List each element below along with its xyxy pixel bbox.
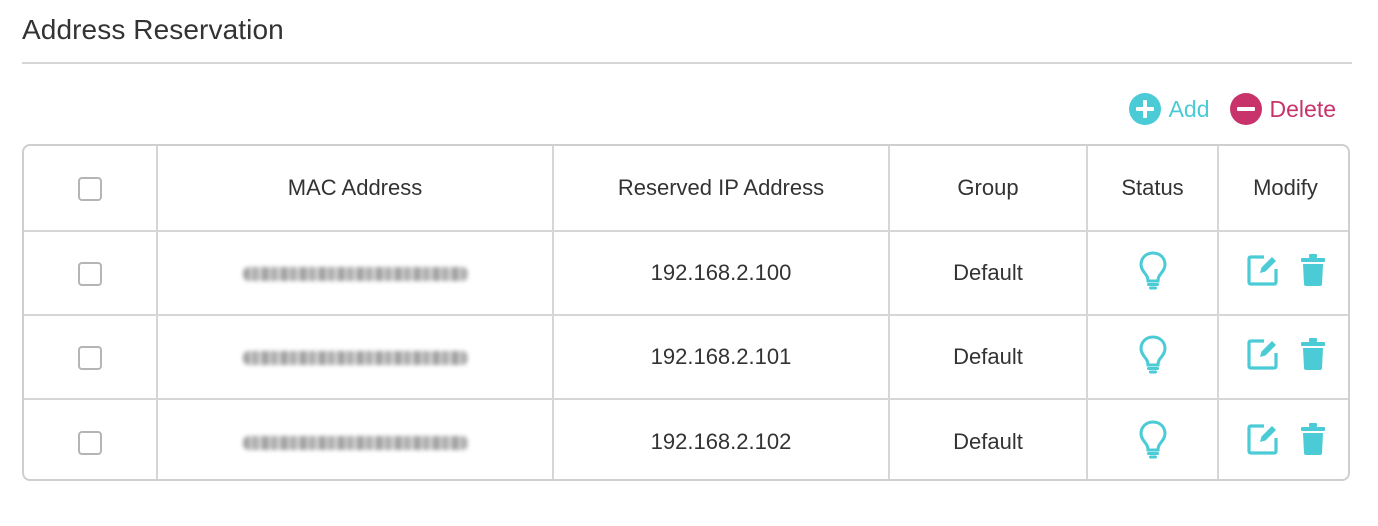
ip-cell: 192.168.2.101 <box>553 315 890 400</box>
reservation-table: MAC Address Reserved IP Address Group St… <box>22 144 1350 481</box>
add-label: Add <box>1168 95 1210 122</box>
header-mac: MAC Address <box>157 146 554 232</box>
mac-cell <box>157 315 554 400</box>
title-divider <box>22 62 1352 64</box>
edit-icon[interactable] <box>1246 337 1280 371</box>
modify-cell <box>1218 399 1348 479</box>
section-title: Address Reservation <box>22 14 284 45</box>
row-checkbox[interactable] <box>78 346 102 371</box>
ip-cell: 192.168.2.100 <box>553 231 890 316</box>
plus-circle-icon <box>1128 93 1161 125</box>
status-cell <box>1087 399 1219 479</box>
redacted-mac-address <box>242 351 468 366</box>
delete-button[interactable]: Delete <box>1229 93 1336 125</box>
redacted-mac-address <box>242 435 468 450</box>
mac-cell <box>157 231 554 316</box>
minus-circle-icon <box>1229 93 1262 125</box>
delete-label: Delete <box>1269 95 1336 122</box>
lightbulb-icon[interactable] <box>1138 334 1168 374</box>
modify-cell <box>1218 231 1348 316</box>
trash-icon[interactable] <box>1300 337 1326 371</box>
header-select-cell <box>24 146 158 232</box>
redacted-mac-address <box>242 267 468 282</box>
table-row: 192.168.2.101 Default <box>24 315 1348 400</box>
mac-cell <box>157 399 554 479</box>
row-checkbox[interactable] <box>78 262 102 287</box>
table-row: 192.168.2.100 Default <box>24 231 1348 316</box>
row-select-cell <box>24 231 158 316</box>
group-cell: Default <box>889 231 1088 316</box>
status-cell <box>1087 231 1219 316</box>
status-cell <box>1087 315 1219 400</box>
header-status: Status <box>1087 146 1219 232</box>
header-ip: Reserved IP Address <box>553 146 890 232</box>
trash-icon[interactable] <box>1300 422 1326 456</box>
lightbulb-icon[interactable] <box>1138 250 1168 290</box>
row-select-cell <box>24 399 158 479</box>
header-group: Group <box>889 146 1088 232</box>
ip-cell: 192.168.2.102 <box>553 399 890 479</box>
group-cell: Default <box>889 315 1088 400</box>
trash-icon[interactable] <box>1300 253 1326 287</box>
table-toolbar: Add Delete <box>1128 92 1336 126</box>
table-header-row: MAC Address Reserved IP Address Group St… <box>24 146 1348 232</box>
table-row: 192.168.2.102 Default <box>24 399 1348 479</box>
row-checkbox[interactable] <box>78 430 102 455</box>
edit-icon[interactable] <box>1246 253 1280 287</box>
header-modify: Modify <box>1218 146 1348 232</box>
select-all-checkbox[interactable] <box>78 177 102 202</box>
edit-icon[interactable] <box>1246 422 1280 456</box>
group-cell: Default <box>889 399 1088 479</box>
modify-cell <box>1218 315 1348 400</box>
lightbulb-icon[interactable] <box>1138 419 1168 459</box>
add-button[interactable]: Add <box>1128 93 1210 125</box>
row-select-cell <box>24 315 158 400</box>
